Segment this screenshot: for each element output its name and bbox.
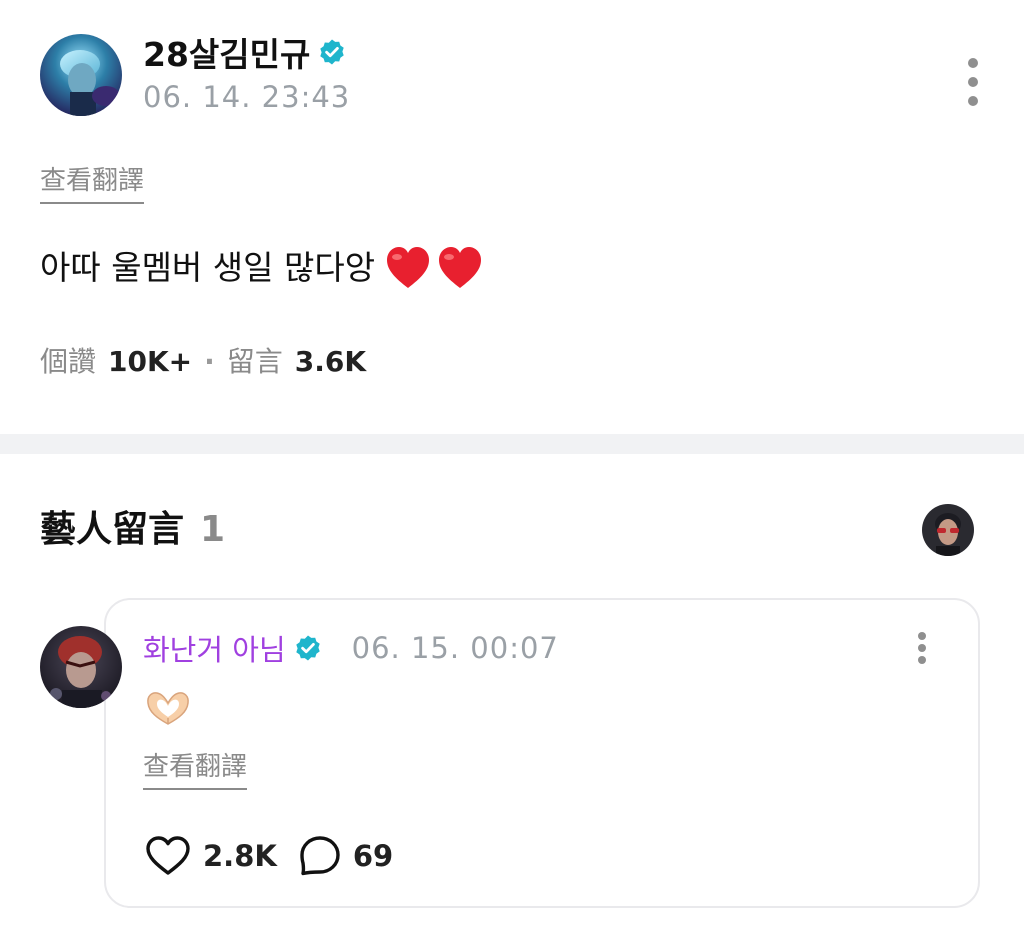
post-more-button[interactable] xyxy=(966,58,980,106)
comment-reply-button[interactable]: 69 xyxy=(299,835,393,877)
comment-more-button[interactable] xyxy=(915,632,929,664)
red-heart-emoji xyxy=(387,247,430,288)
heart-outline-icon xyxy=(146,836,190,875)
avatar-image xyxy=(40,34,122,116)
heart-hands-emoji xyxy=(147,692,189,725)
post-author-row[interactable]: 28살김민규 xyxy=(143,30,346,74)
comment-like-count: 2.8K xyxy=(203,839,277,873)
post-author-avatar[interactable] xyxy=(40,34,122,116)
comment-timestamp: 06. 15. 00:07 xyxy=(351,631,559,665)
stats-separator: · xyxy=(204,345,215,378)
post-timestamp: 06. 14. 23:43 xyxy=(143,80,351,114)
more-vertical-icon-dot xyxy=(918,656,926,664)
comment-author-avatar[interactable] xyxy=(40,626,122,708)
post-body-text: 아따 울멤버 생일 많다앙 xyxy=(40,248,376,287)
artist-comments-count: 1 xyxy=(200,509,226,550)
verified-badge-icon xyxy=(320,39,345,65)
more-vertical-icon-dot xyxy=(968,77,978,87)
likes-count[interactable]: 10K+ xyxy=(108,340,192,384)
more-vertical-icon-dot xyxy=(968,58,978,68)
speech-bubble-icon xyxy=(300,836,340,876)
section-divider xyxy=(0,434,1024,454)
comment-reactions: 2.8K 69 xyxy=(145,832,393,880)
avatar-image xyxy=(40,626,122,708)
red-heart-emoji xyxy=(439,247,482,288)
more-vertical-icon-dot xyxy=(968,96,978,106)
post-stats: 個讚 10K+ · 留言 3.6K xyxy=(40,340,366,384)
artist-filter-avatar[interactable] xyxy=(922,504,974,556)
likes-label: 個讚 xyxy=(40,345,97,378)
post-author-name[interactable]: 28살김민규 xyxy=(143,28,310,76)
more-vertical-icon-dot xyxy=(918,632,926,640)
comments-count[interactable]: 3.6K xyxy=(295,340,366,384)
artist-comments-heading: 藝人留言 1 xyxy=(40,506,225,554)
post-body: 아따 울멤버 생일 많다앙 xyxy=(40,238,483,298)
more-vertical-icon-dot xyxy=(918,644,926,652)
artist-comments-title: 藝人留言 xyxy=(40,509,185,550)
avatar-image xyxy=(922,504,974,556)
post-translate-link[interactable]: 查看翻譯 xyxy=(40,164,145,204)
comments-label: 留言 xyxy=(226,345,283,378)
comment-author-name[interactable]: 화난거 아님 xyxy=(143,627,286,669)
comment-translate-link[interactable]: 查看翻譯 xyxy=(143,750,248,790)
comment-like-button[interactable]: 2.8K xyxy=(145,835,277,877)
verified-badge-icon xyxy=(295,635,320,661)
comment-reply-count: 69 xyxy=(352,839,394,873)
comment-header: 화난거 아님 06. 15. 00:07 xyxy=(143,626,559,670)
